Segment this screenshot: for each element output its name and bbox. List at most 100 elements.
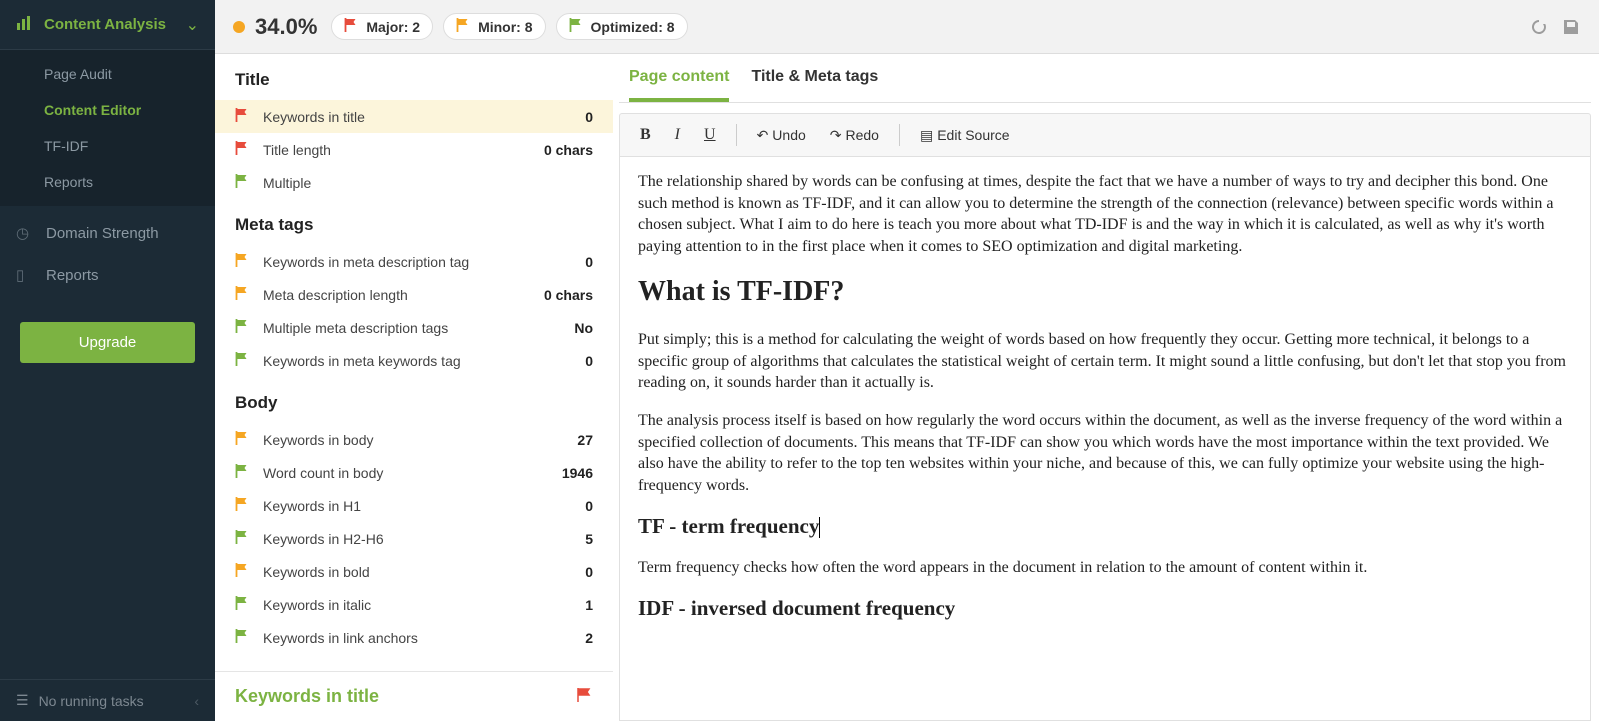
- nav-item[interactable]: Page Audit: [0, 56, 215, 92]
- heading-3[interactable]: TF - term frequency: [638, 512, 1572, 540]
- check-row[interactable]: Keywords in bold0: [215, 555, 613, 588]
- refresh-icon[interactable]: [1529, 17, 1549, 37]
- check-row[interactable]: Title length0 chars: [215, 133, 613, 166]
- section-header: Body: [215, 377, 613, 423]
- check-value: 27: [577, 432, 593, 448]
- check-label: Multiple tags</span><span class="value" …: [263, 175, 593, 191]
- editor-panel: Page content Title & Meta tags B I U ↶ Un…: [619, 54, 1599, 721]
- check-label: Keywords in title: [263, 109, 585, 125]
- upgrade-button[interactable]: Upgrade: [20, 322, 195, 363]
- section-header: Title: [215, 54, 613, 100]
- undo-icon: ↶: [757, 127, 769, 144]
- flag-icon: [235, 431, 251, 448]
- analysis-icon: [16, 14, 34, 35]
- footer-label: No running tasks: [39, 693, 144, 709]
- flag-icon: [235, 174, 251, 191]
- check-row[interactable]: Meta description length0 chars: [215, 278, 613, 311]
- heading-3[interactable]: IDF - inversed document frequency: [638, 594, 1572, 622]
- flag-icon: [577, 688, 593, 705]
- editor-tab[interactable]: Title & Meta tags: [751, 68, 878, 102]
- flag-icon: [344, 18, 360, 35]
- check-row[interactable]: Keywords in title0: [215, 100, 613, 133]
- check-row[interactable]: Keywords in H10: [215, 489, 613, 522]
- italic-button[interactable]: I: [665, 120, 690, 150]
- nav-list: Page AuditContent EditorTF-IDFReports: [0, 50, 215, 206]
- chevron-down-icon: ⌄: [186, 15, 199, 35]
- check-label: Word count in body: [263, 465, 562, 481]
- status-pill[interactable]: Minor: 8: [443, 13, 545, 40]
- check-row[interactable]: Multiple tags</span><span class="value" …: [215, 166, 613, 199]
- nav-secondary-item[interactable]: ▯Reports: [0, 254, 215, 296]
- check-label: Keywords in italic: [263, 597, 585, 613]
- score-value: 34.0%: [255, 14, 317, 40]
- check-value: 0 chars: [544, 287, 593, 303]
- editor-tab[interactable]: Page content: [629, 68, 729, 102]
- check-row[interactable]: Word count in body1946: [215, 456, 613, 489]
- check-value: 0: [585, 353, 593, 369]
- editor-body[interactable]: The relationship shared by words can be …: [619, 157, 1591, 721]
- nav-item[interactable]: Reports: [0, 164, 215, 200]
- nav-item[interactable]: TF-IDF: [0, 128, 215, 164]
- analysis-detail-header: Keywords in title: [215, 671, 613, 721]
- flag-icon: [235, 319, 251, 336]
- check-value: 0: [585, 564, 593, 580]
- toolbar-divider: [899, 124, 900, 146]
- flag-icon: [235, 286, 251, 303]
- save-icon[interactable]: [1561, 17, 1581, 37]
- check-row[interactable]: Keywords in italic1: [215, 588, 613, 621]
- bold-button[interactable]: B: [630, 120, 661, 150]
- sidebar-section-header[interactable]: Content Analysis ⌄: [0, 0, 215, 50]
- check-row[interactable]: Keywords in link anchors2: [215, 621, 613, 654]
- status-pill[interactable]: Optimized: 8: [556, 13, 688, 40]
- detail-title: Keywords in title: [235, 686, 577, 707]
- heading-2[interactable]: What is TF-IDF?: [638, 273, 1572, 311]
- nav-secondary-item[interactable]: ◷Domain Strength: [0, 212, 215, 254]
- flag-icon: [235, 108, 251, 125]
- flag-icon: [569, 18, 585, 35]
- check-label: Keywords in H1: [263, 498, 585, 514]
- check-value: 1: [585, 597, 593, 613]
- redo-icon: ↷: [830, 127, 842, 144]
- check-row[interactable]: Keywords in meta description tag0: [215, 245, 613, 278]
- check-label: Title length: [263, 142, 544, 158]
- nav-secondary: ◷Domain Strength▯Reports: [0, 206, 215, 302]
- check-value: 2: [585, 630, 593, 646]
- editor-toolbar: B I U ↶ Undo ↷ Redo ▤ Edit Source: [619, 113, 1591, 157]
- flag-icon: [235, 141, 251, 158]
- status-pill[interactable]: Major: 2: [331, 13, 433, 40]
- section-header: Meta tags: [215, 199, 613, 245]
- check-row[interactable]: Keywords in H2-H65: [215, 522, 613, 555]
- flag-icon: [235, 530, 251, 547]
- check-row[interactable]: Keywords in meta keywords tag0: [215, 344, 613, 377]
- edit-source-button[interactable]: ▤ Edit Source: [910, 121, 1020, 150]
- check-value: 5: [585, 531, 593, 547]
- check-label: Keywords in H2-H6: [263, 531, 585, 547]
- check-label: Multiple meta description tags: [263, 320, 574, 336]
- check-value: 0: [585, 254, 593, 270]
- check-value: 0 chars: [544, 142, 593, 158]
- check-label: Meta description length: [263, 287, 544, 303]
- undo-button[interactable]: ↶ Undo: [747, 121, 816, 150]
- chevron-left-icon: ‹: [194, 693, 199, 709]
- analysis-list[interactable]: TitleKeywords in title0Title length0 cha…: [215, 54, 613, 671]
- check-value: 1946: [562, 465, 593, 481]
- nav-item[interactable]: Content Editor: [0, 92, 215, 128]
- underline-button[interactable]: U: [694, 120, 726, 150]
- redo-button[interactable]: ↷ Redo: [820, 121, 889, 150]
- paragraph[interactable]: Term frequency checks how often the word…: [638, 557, 1572, 579]
- paragraph[interactable]: The relationship shared by words can be …: [638, 171, 1572, 257]
- paragraph[interactable]: The analysis process itself is based on …: [638, 410, 1572, 496]
- editor-tabs: Page content Title & Meta tags: [619, 54, 1591, 103]
- check-label: Keywords in meta keywords tag: [263, 353, 585, 369]
- flag-icon: [235, 352, 251, 369]
- paragraph[interactable]: Put simply; this is a method for calcula…: [638, 329, 1572, 394]
- check-label: Keywords in bold: [263, 564, 585, 580]
- check-label: Keywords in body: [263, 432, 577, 448]
- check-row[interactable]: Keywords in body27: [215, 423, 613, 456]
- toolbar-divider: [736, 124, 737, 146]
- topbar: 34.0% Major: 2 Minor: 8 Optimized: 8: [215, 0, 1599, 54]
- sidebar-title: Content Analysis: [44, 16, 186, 33]
- sidebar-footer[interactable]: ☰ No running tasks ‹: [0, 679, 215, 721]
- check-row[interactable]: Multiple meta description tagsNo: [215, 311, 613, 344]
- check-value: 0: [585, 498, 593, 514]
